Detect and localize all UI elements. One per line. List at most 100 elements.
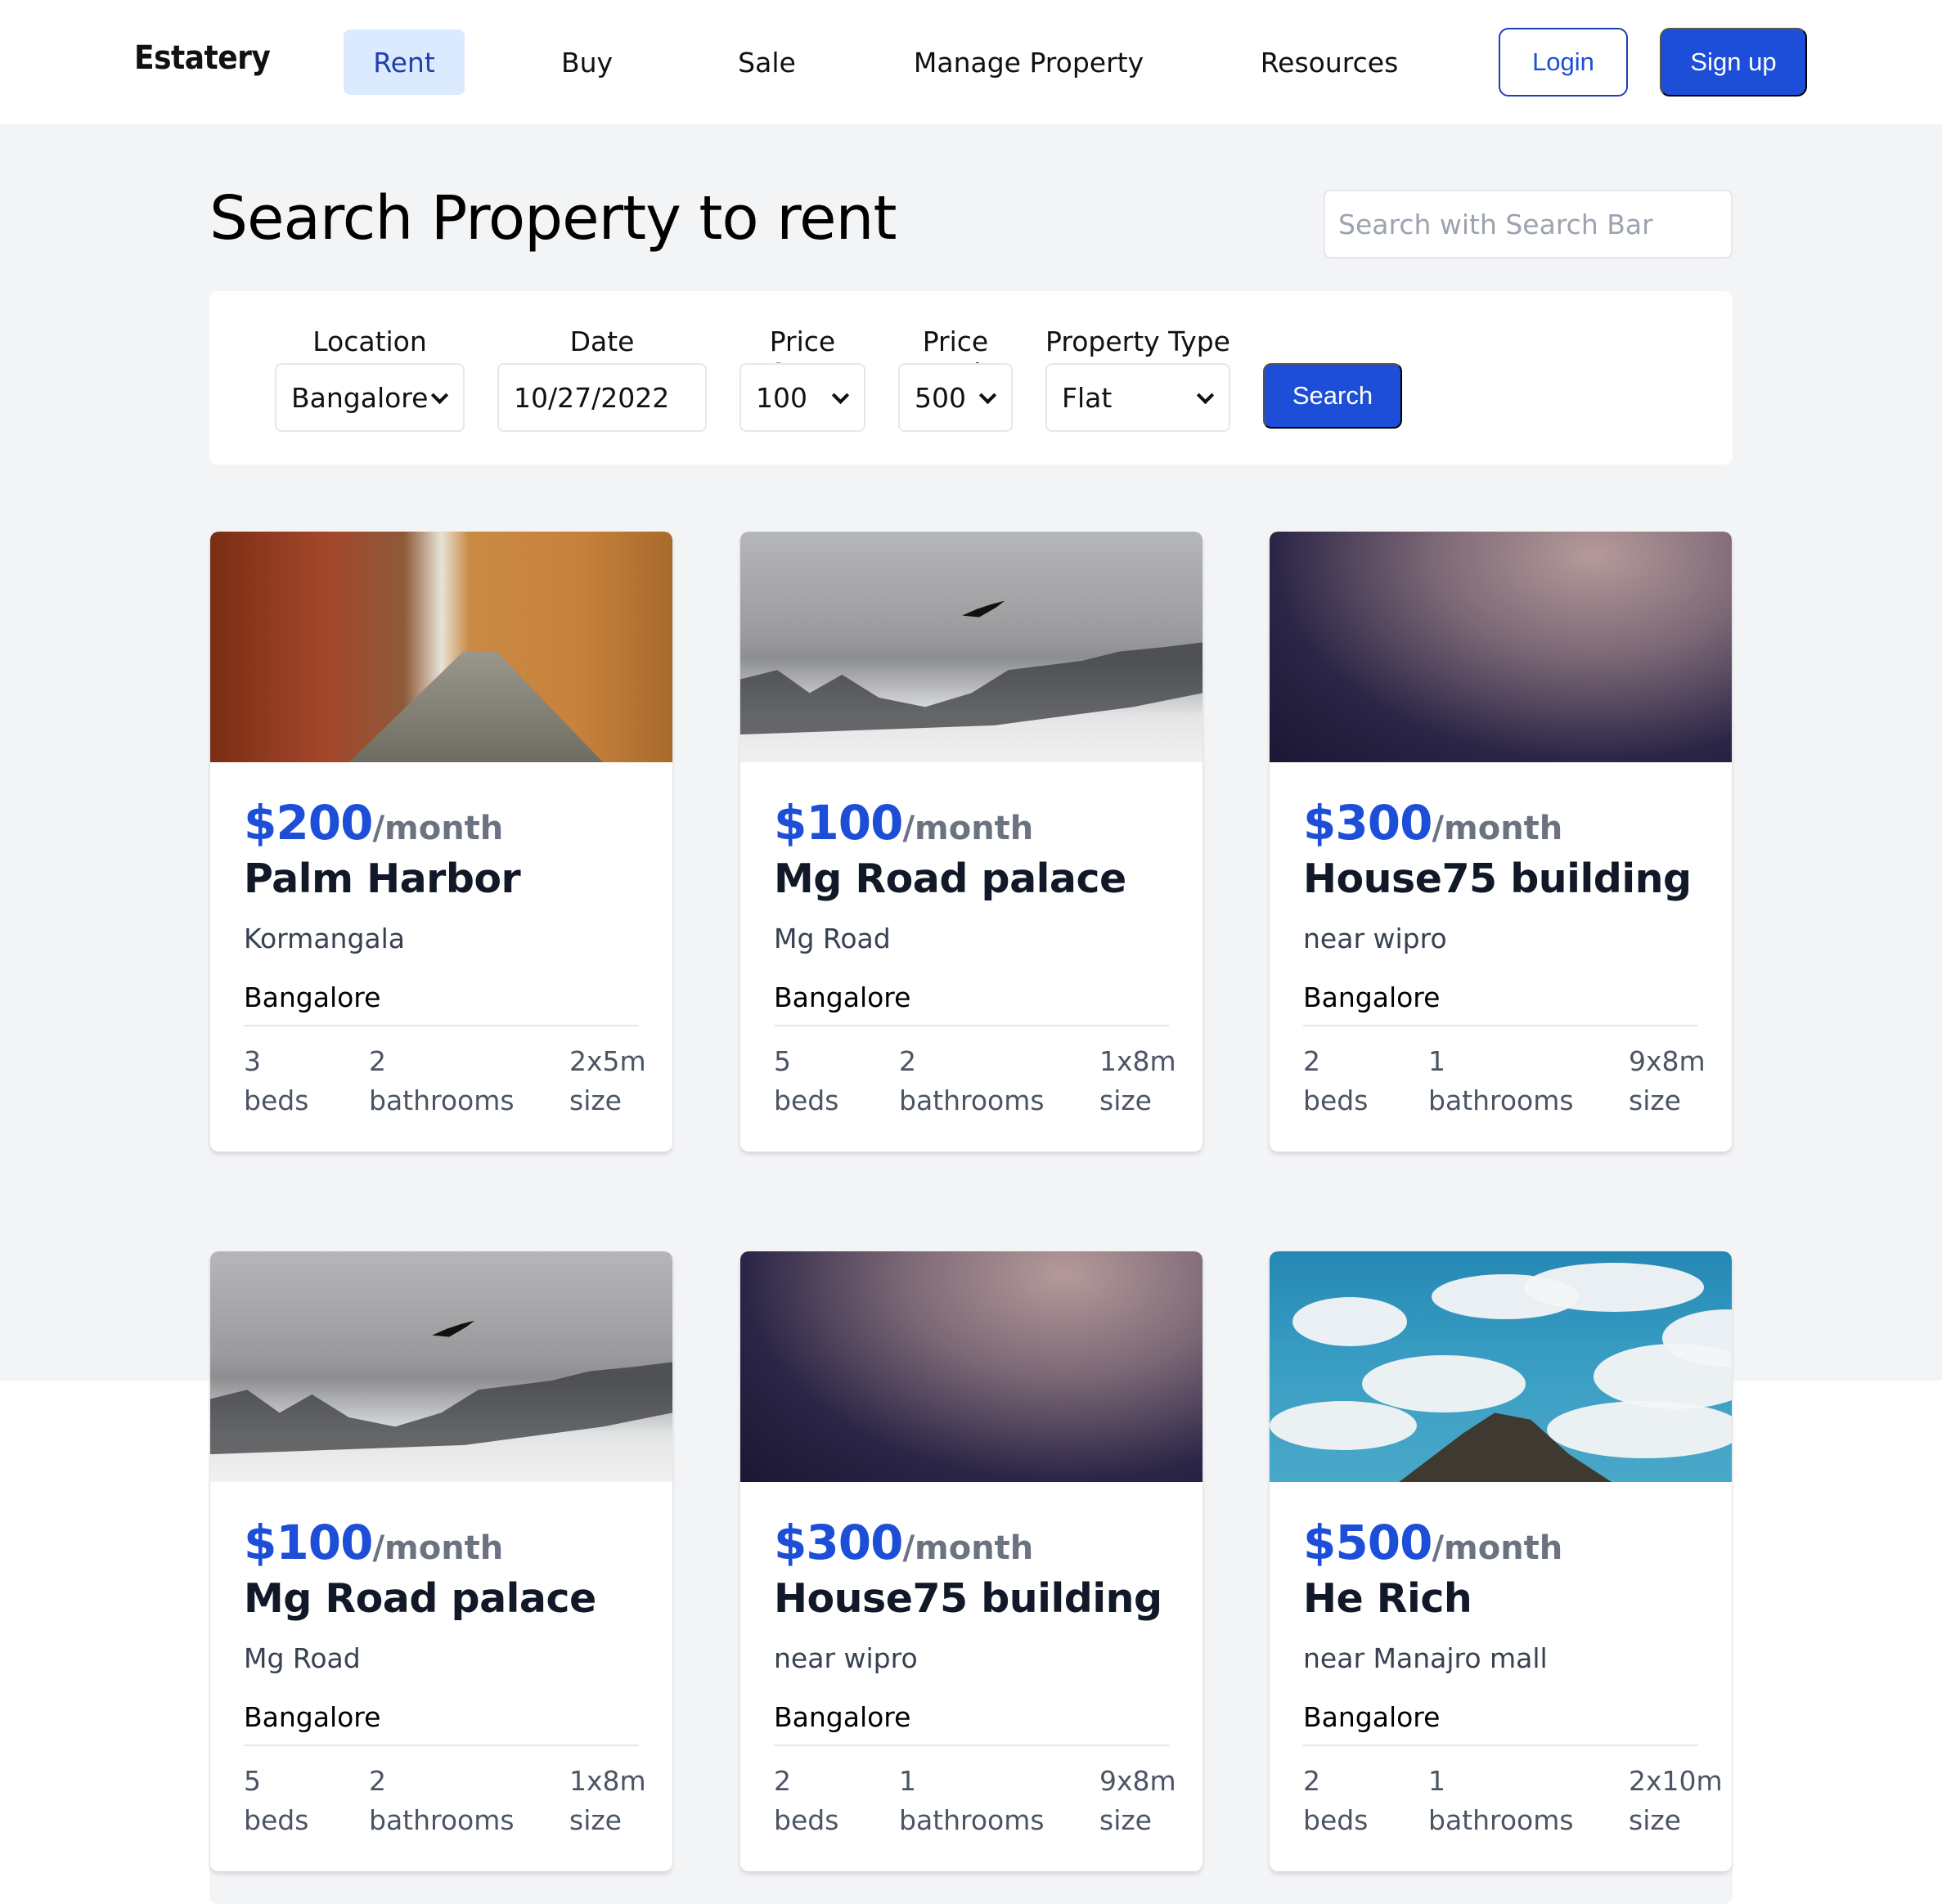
date-value: 10/27/2022 [514, 381, 670, 414]
price: $300 [774, 1515, 903, 1570]
price-end-value: 500 [915, 381, 966, 414]
beds-count: 2 [1303, 1765, 1320, 1797]
property-area: Mg Road [244, 1642, 361, 1674]
date-input[interactable]: 10/27/2022 [497, 363, 707, 432]
beds-count: 5 [774, 1045, 791, 1077]
price-period: /month [902, 1529, 1034, 1567]
chevron-down-icon [430, 388, 448, 406]
size-value: 9x8m [1629, 1045, 1706, 1077]
baths-label: bathrooms [369, 1084, 515, 1116]
property-city: Bangalore [244, 1701, 381, 1733]
nav-manage-property[interactable]: Manage Property [908, 29, 1149, 95]
baths-count: 2 [899, 1045, 916, 1077]
beds-stat: 2 beds [1303, 1762, 1368, 1840]
baths-label: bathrooms [899, 1804, 1045, 1836]
divider [244, 1745, 639, 1746]
size-stat: 2x5m size [569, 1042, 646, 1120]
baths-label: bathrooms [1428, 1804, 1574, 1836]
login-button[interactable]: Login [1499, 28, 1628, 97]
search-button[interactable]: Search [1263, 363, 1402, 429]
size-stat: 2x10m size [1629, 1762, 1723, 1840]
price-period: /month [372, 810, 504, 847]
size-label: size [1629, 1084, 1681, 1116]
nav-resources[interactable]: Resources [1252, 29, 1407, 95]
price-start-select[interactable]: 100 [739, 363, 865, 432]
chevron-down-icon [831, 388, 849, 406]
property-city: Bangalore [1303, 981, 1441, 1013]
mountain-photo [210, 1251, 672, 1482]
beds-count: 5 [244, 1765, 261, 1797]
signup-button[interactable]: Sign up [1660, 28, 1807, 97]
property-card[interactable]: $500/month He Rich near Manajro mall Ban… [1270, 1251, 1732, 1871]
price-period: /month [1432, 810, 1563, 847]
size-value: 9x8m [1099, 1765, 1176, 1797]
property-name: Palm Harbor [244, 855, 521, 902]
property-city: Bangalore [244, 981, 381, 1013]
property-city: Bangalore [1303, 1701, 1441, 1733]
property-card[interactable]: $300/month House75 building near wipro B… [740, 1251, 1203, 1871]
location-select[interactable]: Bangalore [275, 363, 465, 432]
price-end-select[interactable]: 500 [898, 363, 1013, 432]
property-type-value: Flat [1062, 381, 1113, 414]
cloud [1270, 1401, 1417, 1451]
beds-label: beds [1303, 1084, 1369, 1116]
divider [1303, 1745, 1698, 1746]
size-label: size [569, 1084, 622, 1116]
property-name: Mg Road palace [244, 1575, 596, 1622]
night-sky-photo [740, 1251, 1203, 1482]
baths-count: 2 [369, 1045, 386, 1077]
price-start-value: 100 [756, 381, 807, 414]
price-row: $100/month [244, 1515, 503, 1570]
baths-stat: 2 bathrooms [899, 1042, 1045, 1120]
size-stat: 1x8m size [1099, 1042, 1176, 1120]
size-value: 2x5m [569, 1045, 646, 1077]
property-name: House75 building [774, 1575, 1162, 1622]
property-card[interactable]: $100/month Mg Road palace Mg Road Bangal… [210, 1251, 672, 1871]
baths-stat: 1 bathrooms [1428, 1762, 1574, 1840]
filter-panel: Location Bangalore Date 10/27/2022 Price… [209, 291, 1733, 465]
baths-stat: 2 bathrooms [369, 1762, 515, 1840]
property-card[interactable]: $200/month Palm Harbor Kormangala Bangal… [210, 532, 672, 1152]
baths-count: 2 [369, 1765, 386, 1797]
price: $100 [244, 1515, 373, 1570]
baths-label: bathrooms [1428, 1084, 1574, 1116]
baths-stat: 1 bathrooms [1428, 1042, 1574, 1120]
price-period: /month [1432, 1529, 1563, 1567]
property-card[interactable]: $300/month House75 building near wipro B… [1270, 532, 1732, 1152]
nav-rent[interactable]: Rent [344, 29, 465, 95]
chevron-down-icon [978, 388, 996, 406]
property-area: near Manajro mall [1303, 1642, 1548, 1674]
baths-stat: 1 bathrooms [899, 1762, 1045, 1840]
beds-stat: 2 beds [774, 1762, 838, 1840]
price-row: $500/month [1303, 1515, 1562, 1570]
baths-count: 1 [1428, 1045, 1445, 1077]
price-period: /month [902, 810, 1034, 847]
baths-count: 1 [899, 1765, 916, 1797]
location-label: Location [312, 326, 427, 357]
beds-stat: 2 beds [1303, 1042, 1368, 1120]
price-row: $200/month [244, 795, 503, 851]
property-city: Bangalore [774, 981, 911, 1013]
search-input[interactable] [1324, 190, 1733, 258]
divider [244, 1025, 639, 1026]
size-stat: 9x8m size [1629, 1042, 1706, 1120]
size-label: size [1629, 1804, 1681, 1836]
beds-label: beds [774, 1084, 839, 1116]
size-label: size [1099, 1084, 1152, 1116]
beds-count: 3 [244, 1045, 261, 1077]
price-row: $100/month [774, 795, 1033, 851]
baths-count: 1 [1428, 1765, 1445, 1797]
alley-photo [210, 532, 672, 762]
page-title: Search Property to rent [209, 183, 897, 254]
divider [1303, 1025, 1698, 1026]
bird-silhouette [432, 1320, 475, 1337]
size-stat: 9x8m size [1099, 1762, 1176, 1840]
property-area: Mg Road [774, 923, 891, 954]
size-label: size [1099, 1804, 1152, 1836]
property-type-select[interactable]: Flat [1045, 363, 1230, 432]
brand-logo[interactable]: Estatery [134, 39, 271, 77]
cloud [1523, 1263, 1704, 1313]
nav-sale[interactable]: Sale [712, 29, 822, 95]
property-card[interactable]: $100/month Mg Road palace Mg Road Bangal… [740, 532, 1203, 1152]
nav-buy[interactable]: Buy [532, 29, 642, 95]
